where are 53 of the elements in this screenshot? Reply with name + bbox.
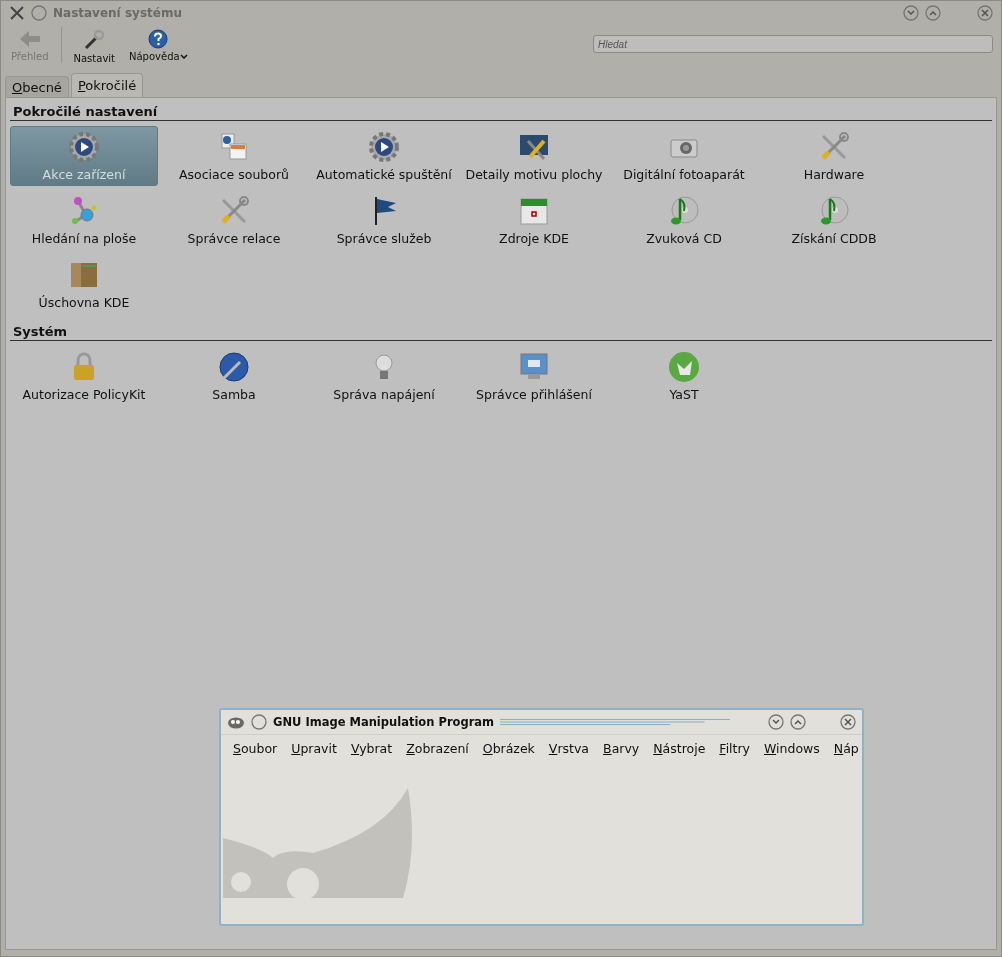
- menu-item[interactable]: Nástroje: [645, 739, 712, 758]
- menu-item[interactable]: Soubor: [225, 739, 284, 758]
- tab[interactable]: Obecné: [5, 76, 69, 97]
- settings-item[interactable]: Detaily motivu plochy: [460, 126, 608, 186]
- menu-item[interactable]: Upravit: [283, 739, 343, 758]
- settings-item[interactable]: Samba: [160, 346, 308, 406]
- toolbar-button[interactable]: Nápověda: [127, 27, 190, 64]
- settings-item[interactable]: Získání CDDB: [760, 190, 908, 250]
- settings-item[interactable]: Digitální fotoaparát: [610, 126, 758, 186]
- maximize-icon[interactable]: [925, 5, 941, 21]
- settings-item[interactable]: Zvuková CD: [610, 190, 758, 250]
- section-title: Systém: [10, 322, 992, 341]
- settings-item[interactable]: Autorizace PolicyKit: [10, 346, 158, 406]
- settings-item[interactable]: Automatické spuštění: [310, 126, 458, 186]
- settings-item[interactable]: Hardware: [760, 126, 908, 186]
- window-title: Nastavení systému: [53, 6, 182, 20]
- music-disc-icon: [668, 194, 700, 227]
- menu-item[interactable]: Náp: [825, 739, 865, 758]
- section-title: Pokročilé nastavení: [10, 102, 992, 121]
- back-arrow-icon: [18, 29, 41, 49]
- menu-item[interactable]: Windows: [756, 739, 826, 758]
- menu-item[interactable]: Zobrazení: [398, 739, 475, 758]
- gear-icon: [68, 130, 100, 163]
- help-icon: [148, 29, 169, 49]
- window-menu-icon[interactable]: [31, 5, 47, 21]
- settings-item[interactable]: Úschovna KDE: [10, 254, 158, 314]
- documents-icon: [218, 130, 250, 163]
- settings-item[interactable]: Zdroje KDE: [460, 190, 608, 250]
- settings-item[interactable]: YaST: [610, 346, 758, 406]
- settings-item[interactable]: Hledání na ploše: [10, 190, 158, 250]
- search-field[interactable]: Hledat: [593, 35, 993, 53]
- maximize-icon[interactable]: [790, 714, 806, 730]
- minimize-icon[interactable]: [903, 5, 919, 21]
- window-menu-icon[interactable]: [251, 714, 267, 730]
- menu-item[interactable]: Filtry: [711, 739, 756, 758]
- window-title: GNU Image Manipulation Program: [273, 715, 495, 729]
- menu-item[interactable]: Barvy: [595, 739, 646, 758]
- wrench-icon: [83, 29, 106, 51]
- settings-item[interactable]: Asociace souborů: [160, 126, 308, 186]
- minimize-icon[interactable]: [768, 714, 784, 730]
- settings-item[interactable]: Správce relace: [160, 190, 308, 250]
- close-icon[interactable]: [977, 5, 993, 21]
- settings-item[interactable]: Správce služeb: [310, 190, 458, 250]
- gear-icon: [368, 130, 400, 163]
- menu-item[interactable]: Obrázek: [474, 739, 541, 758]
- menu-item[interactable]: Vrstva: [540, 739, 596, 758]
- close-icon[interactable]: [840, 714, 856, 730]
- tab[interactable]: Pokročilé: [70, 73, 144, 97]
- toolbar-button[interactable]: Nastavit: [71, 27, 117, 66]
- menu-item[interactable]: Vybrat: [342, 739, 399, 758]
- settings-item[interactable]: Správa napájení: [310, 346, 458, 406]
- settings-item[interactable]: Správce přihlášení: [460, 346, 608, 406]
- music-disc-icon: [818, 194, 850, 227]
